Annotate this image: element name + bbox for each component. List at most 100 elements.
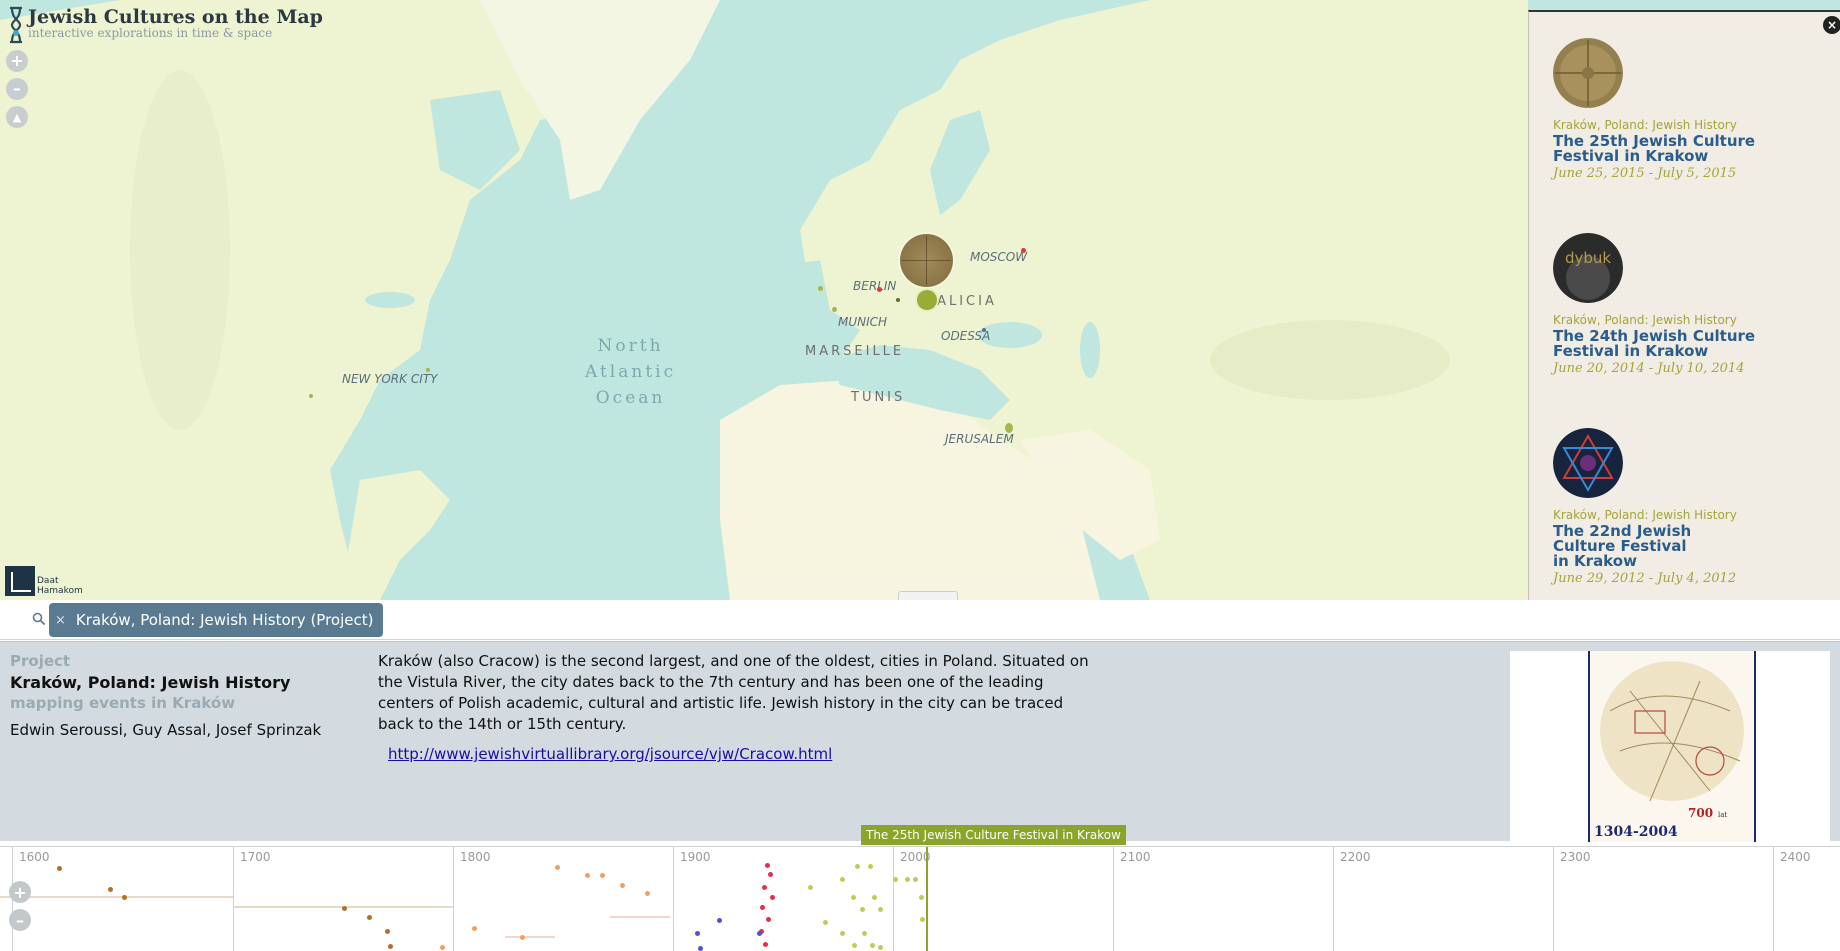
map-marker[interactable] — [818, 286, 823, 291]
timeline-event-dot[interactable] — [766, 917, 771, 922]
map-marker[interactable] — [896, 298, 900, 302]
timeline-range[interactable] — [610, 916, 670, 918]
timeline-event-dot[interactable] — [695, 931, 700, 936]
event-title[interactable]: The 24th Jewish Culture Festival in Krak… — [1553, 329, 1823, 359]
timeline-event-dot[interactable] — [388, 944, 393, 949]
timeline-event-dot[interactable] — [585, 873, 590, 878]
event-card[interactable]: Kraków, Poland: Jewish History The 25th … — [1553, 38, 1823, 181]
filter-tag-label: Kraków, Poland: Jewish History (Project) — [75, 611, 374, 629]
timeline-event-dot[interactable] — [919, 895, 924, 900]
search-icon[interactable] — [32, 612, 46, 626]
timeline-selected-marker[interactable] — [926, 847, 928, 951]
timeline-event-dot[interactable] — [555, 865, 560, 870]
poster-card: 700 lat 1304-2004 — [1588, 651, 1756, 842]
filter-tag[interactable]: × Kraków, Poland: Jewish History (Projec… — [49, 603, 384, 637]
timeline-event-dot[interactable] — [893, 877, 898, 882]
timeline-event-dot[interactable] — [840, 877, 845, 882]
event-dates: June 29, 2012 - July 4, 2012 — [1553, 571, 1737, 586]
timeline-year: 1600 — [19, 850, 50, 864]
project-info-panel: Project Kraków, Poland: Jewish History m… — [0, 641, 1840, 842]
timeline[interactable]: 1600 1700 1800 1900 2000 2100 2200 2300 … — [0, 846, 1840, 951]
timeline-event-dot[interactable] — [698, 946, 703, 951]
timeline-event-dot[interactable] — [855, 864, 860, 869]
timeline-event-dot[interactable] — [620, 883, 625, 888]
map-marker[interactable] — [832, 307, 837, 312]
timeline-event-dot[interactable] — [870, 943, 875, 948]
timeline-year: 2300 — [1560, 850, 1591, 864]
timeline-range[interactable] — [505, 936, 555, 938]
map-marker[interactable] — [1005, 423, 1013, 433]
project-external-link[interactable]: http://www.jewishvirtuallibrary.org/jsou… — [388, 745, 832, 763]
map-marker[interactable] — [309, 394, 313, 398]
timeline-event-dot[interactable] — [872, 895, 877, 900]
timeline-range[interactable] — [0, 896, 233, 898]
close-panel-button[interactable]: × — [1823, 16, 1840, 34]
krakow-cluster-marker[interactable] — [917, 290, 937, 310]
timeline-event-dot[interactable] — [645, 891, 650, 896]
timeline-event-dot[interactable] — [57, 866, 62, 871]
timeline-event-dot[interactable] — [862, 931, 867, 936]
panel-resize-handle[interactable] — [898, 591, 958, 600]
timeline-event-dot[interactable] — [868, 864, 873, 869]
project-description: Kraków (also Cracow) is the second large… — [378, 652, 1089, 733]
timeline-zoom-out-button[interactable]: – — [9, 909, 31, 931]
partner-name-2: Hamakom — [37, 586, 83, 596]
project-poster-image[interactable]: 700 lat 1304-2004 — [1510, 651, 1830, 842]
timeline-event-dot[interactable] — [763, 942, 768, 947]
zoom-out-button[interactable]: – — [6, 78, 28, 100]
timeline-event-dot[interactable] — [122, 895, 127, 900]
event-card[interactable]: Kraków, Poland: Jewish History The 22nd … — [1553, 428, 1823, 586]
timeline-event-dot[interactable] — [905, 877, 910, 882]
timeline-tick: 1800 — [453, 847, 491, 951]
event-card[interactable]: dybuk Kraków, Poland: Jewish History The… — [1553, 233, 1823, 376]
zoom-in-button[interactable]: + — [6, 50, 28, 72]
poster-number: 700 — [1688, 806, 1713, 820]
north-arrow-button[interactable]: ▲ — [6, 106, 28, 128]
timeline-event-dot[interactable] — [860, 907, 865, 912]
timeline-event-dot[interactable] — [520, 935, 525, 940]
timeline-event-dot[interactable] — [878, 907, 883, 912]
timeline-event-dot[interactable] — [913, 877, 918, 882]
timeline-tick: 1900 — [673, 847, 711, 951]
timeline-event-dot[interactable] — [472, 926, 477, 931]
timeline-event-dot[interactable] — [760, 905, 765, 910]
selected-event-marker[interactable] — [900, 234, 953, 287]
timeline-event-dot[interactable] — [108, 887, 113, 892]
event-dates: June 20, 2014 - July 10, 2014 — [1553, 361, 1745, 376]
timeline-event-dot[interactable] — [757, 931, 762, 936]
timeline-event-dot[interactable] — [385, 929, 390, 934]
timeline-event-dot[interactable] — [600, 873, 605, 878]
map-marker[interactable] — [1021, 248, 1026, 253]
timeline-event-dot[interactable] — [768, 872, 773, 877]
timeline-event-dot[interactable] — [878, 945, 883, 950]
timeline-event-dot[interactable] — [808, 885, 813, 890]
map-marker[interactable] — [877, 287, 882, 292]
timeline-year: 1800 — [460, 850, 491, 864]
timeline-tick: 2400 — [1773, 847, 1811, 951]
timeline-event-dot[interactable] — [852, 943, 857, 948]
daat-hamakom-logo[interactable]: Daat Hamakom — [5, 566, 83, 596]
map-marker[interactable] — [982, 328, 986, 332]
filter-bar: × Kraków, Poland: Jewish History (Projec… — [0, 600, 1840, 640]
event-thumbnail — [1553, 428, 1623, 498]
remove-filter-icon[interactable]: × — [55, 613, 66, 628]
event-title[interactable]: The 22nd Jewish Culture Festival in Krak… — [1553, 524, 1703, 569]
timeline-event-dot[interactable] — [367, 915, 372, 920]
app-logo[interactable]: Jewish Cultures on the Map interactive e… — [8, 6, 323, 44]
timeline-event-dot[interactable] — [342, 906, 347, 911]
timeline-event-dot[interactable] — [840, 931, 845, 936]
timeline-event-dot[interactable] — [440, 945, 445, 950]
timeline-event-dot[interactable] — [717, 918, 722, 923]
timeline-event-dot[interactable] — [762, 885, 767, 890]
timeline-event-dot[interactable] — [770, 895, 775, 900]
timeline-event-dot[interactable] — [765, 863, 770, 868]
timeline-zoom-in-button[interactable]: + — [9, 881, 31, 903]
timeline-event-dot[interactable] — [823, 920, 828, 925]
timeline-event-dot[interactable] — [920, 917, 925, 922]
event-category: Kraków, Poland: Jewish History — [1553, 313, 1737, 327]
poster-map-illustration: 700 lat 1304-2004 — [1594, 661, 1744, 840]
timeline-tick: 2000 — [893, 847, 931, 951]
timeline-event-dot[interactable] — [851, 895, 856, 900]
map-marker[interactable] — [426, 368, 430, 372]
event-title[interactable]: The 25th Jewish Culture Festival in Krak… — [1553, 134, 1823, 164]
